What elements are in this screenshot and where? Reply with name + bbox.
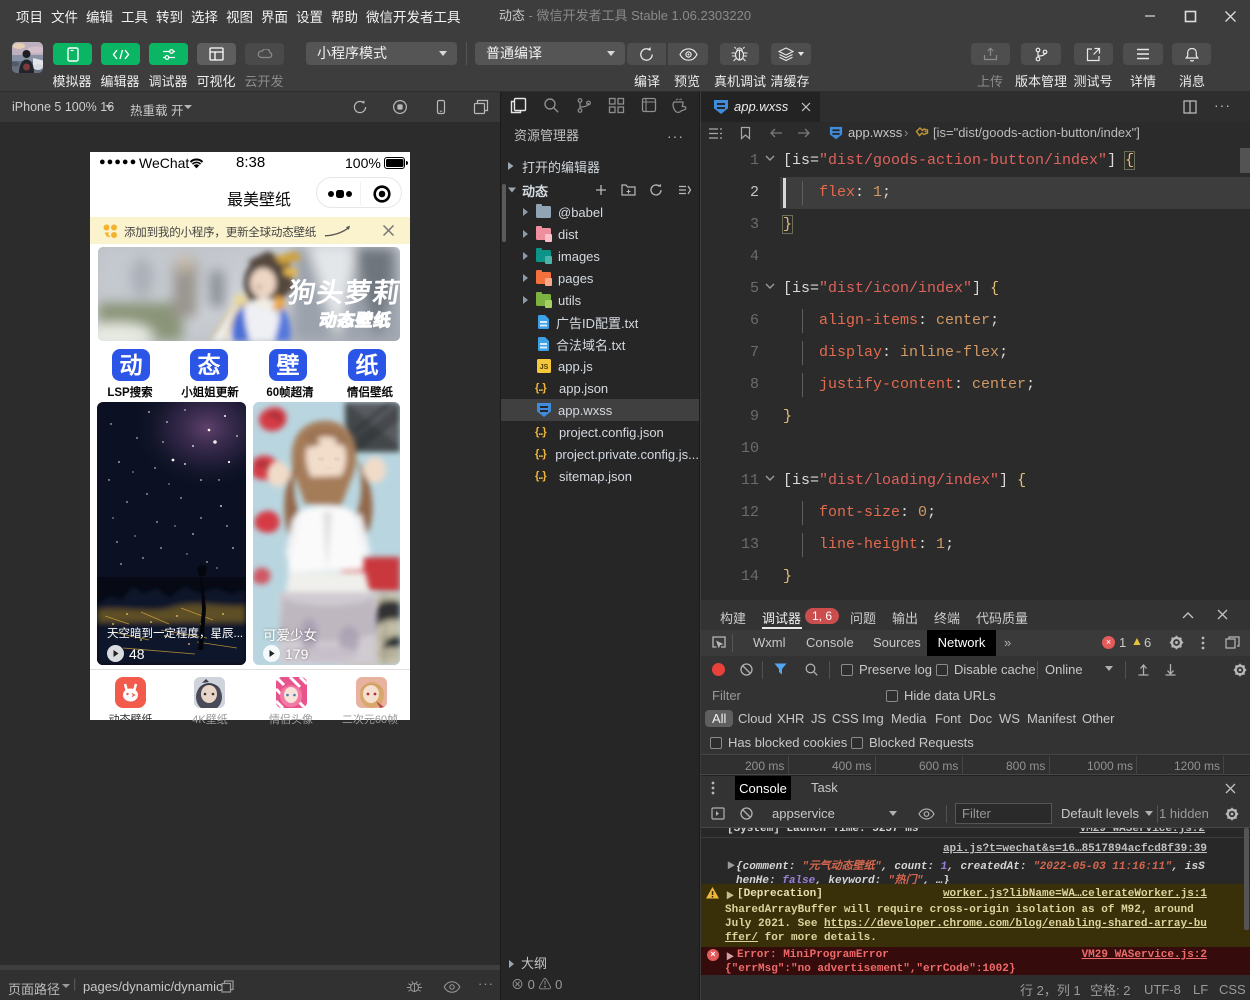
svg-text:动态壁纸: 动态壁纸 <box>318 310 393 330</box>
svg-text:狗头萝莉: 狗头萝莉 <box>286 277 400 308</box>
